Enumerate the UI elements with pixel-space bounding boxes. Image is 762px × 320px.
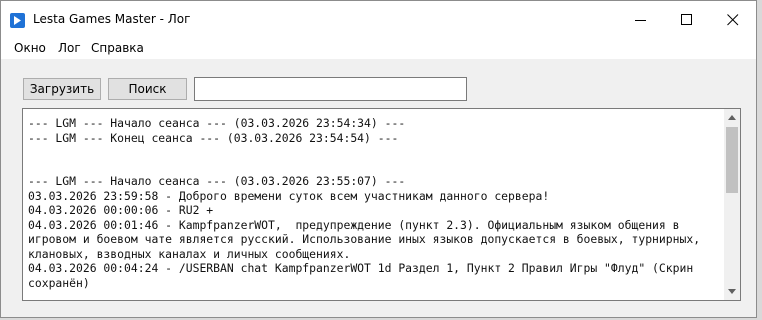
minimize-icon: [635, 20, 646, 21]
load-button[interactable]: Загрузить: [23, 78, 101, 100]
log-line: --- LGM --- Конец сеанса --- (03.03.2026…: [28, 130, 399, 145]
search-input[interactable]: [194, 77, 467, 101]
scroll-up-button[interactable]: [724, 109, 740, 126]
log-line: игровом и боевом чате является русский. …: [28, 232, 701, 246]
log-content: --- LGM --- Начало сеанса --- (03.03.202…: [28, 116, 723, 290]
menu-item-help[interactable]: Справка: [91, 41, 144, 55]
log-line: 03.03.2026 23:59:58 - Доброго времени су…: [28, 188, 550, 203]
scroll-down-button[interactable]: [724, 283, 740, 300]
menu-bar: Окно Лог Справка: [1, 39, 756, 59]
log-line: --- LGM --- Начало сеанса --- (03.03.202…: [28, 174, 406, 188]
app-icon: [10, 13, 25, 28]
log-line: клановых, взводных каналах и личных сооб…: [28, 246, 351, 261]
maximize-button[interactable]: [664, 1, 710, 39]
log-line: 04.03.2026 00:04:24 - /USERBAN chat Kamp…: [28, 261, 694, 275]
close-button[interactable]: [710, 1, 756, 39]
log-textbox[interactable]: --- LGM --- Начало сеанса --- (03.03.202…: [22, 108, 741, 301]
minimize-button[interactable]: [618, 1, 664, 39]
log-line: --- LGM --- Начало сеанса --- (03.03.202…: [28, 116, 406, 130]
close-icon: [727, 14, 739, 26]
menu-item-log[interactable]: Лог: [58, 41, 81, 55]
scroll-thumb[interactable]: [726, 127, 738, 193]
log-line: 04.03.2026 00:01:46 - KampfpanzerWOT, пр…: [28, 217, 680, 232]
vertical-scrollbar[interactable]: [724, 109, 740, 300]
log-line: сохранён): [28, 275, 90, 290]
menu-item-window[interactable]: Окно: [14, 41, 46, 55]
search-button[interactable]: Поиск: [108, 78, 187, 100]
title-bar[interactable]: Lesta Games Master - Лог: [1, 1, 756, 39]
log-line: 04.03.2026 00:00:06 - RU2 +: [28, 203, 214, 217]
scroll-down-arrow-icon: [728, 289, 736, 294]
app-window: Lesta Games Master - Лог Окно Лог Справк…: [0, 0, 757, 318]
scroll-up-arrow-icon: [728, 115, 736, 120]
window-title: Lesta Games Master - Лог: [33, 12, 191, 26]
maximize-icon: [681, 14, 692, 25]
